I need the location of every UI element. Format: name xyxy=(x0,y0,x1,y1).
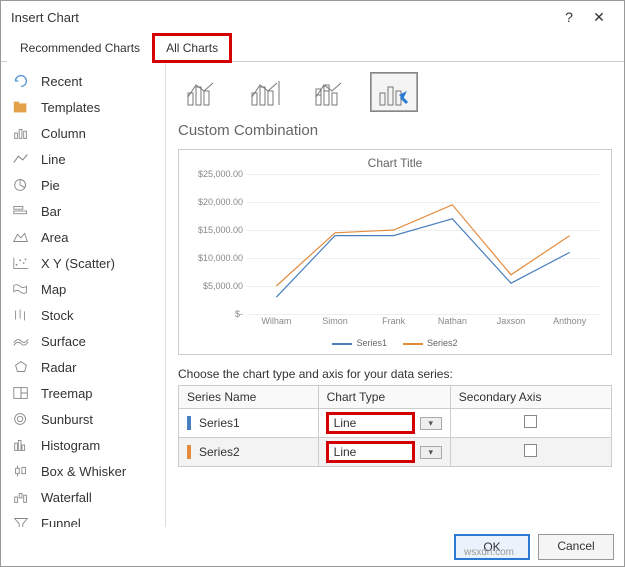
sidebar-item-label: Stock xyxy=(41,308,74,323)
chart-legend: Series1 Series2 xyxy=(187,334,603,350)
column-icon xyxy=(11,125,31,141)
sunburst-icon xyxy=(11,411,31,427)
histogram-icon xyxy=(11,437,31,453)
sidebar-item-label: Pie xyxy=(41,178,60,193)
sidebar-item-label: Recent xyxy=(41,74,82,89)
sidebar-item-area[interactable]: Area xyxy=(1,224,165,250)
x-axis: WilhamSimonFrankNathanJaxsonAnthony xyxy=(247,316,599,334)
combo-subtype-1[interactable] xyxy=(178,72,226,112)
chart-type-sidebar: Recent Templates Column Line Pie Bar Are… xyxy=(1,62,166,527)
dialog-title: Insert Chart xyxy=(11,10,554,25)
sidebar-item-label: Funnel xyxy=(41,516,81,528)
sidebar-item-label: Histogram xyxy=(41,438,100,453)
sidebar-item-templates[interactable]: Templates xyxy=(1,94,165,120)
combo-subtype-row xyxy=(178,72,612,112)
chart-type-select-2[interactable]: Line xyxy=(327,442,414,462)
chart-type-dropdown-2[interactable]: ▾ xyxy=(420,446,442,459)
secondary-axis-checkbox-1[interactable] xyxy=(524,415,537,428)
title-bar: Insert Chart ? ✕ xyxy=(1,1,624,33)
cancel-button[interactable]: Cancel xyxy=(538,534,614,560)
secondary-axis-checkbox-2[interactable] xyxy=(524,444,537,457)
sidebar-item-label: Waterfall xyxy=(41,490,92,505)
combo-subtype-3[interactable] xyxy=(306,72,354,112)
stock-icon xyxy=(11,307,31,323)
sidebar-item-label: Line xyxy=(41,152,66,167)
ok-button[interactable]: OK xyxy=(454,534,530,560)
sidebar-item-label: Sunburst xyxy=(41,412,93,427)
sidebar-item-label: Templates xyxy=(41,100,100,115)
map-icon xyxy=(11,281,31,297)
chart-preview: Chart Title $- $5,000.00 $10,000.00 $15,… xyxy=(178,149,612,355)
content-pane: Custom Combination Chart Title $- $5,000… xyxy=(166,62,624,527)
sidebar-item-stock[interactable]: Stock xyxy=(1,302,165,328)
header-chart-type: Chart Type xyxy=(318,386,450,409)
chart-title: Chart Title xyxy=(187,156,603,170)
sidebar-item-histogram[interactable]: Histogram xyxy=(1,432,165,458)
chart-type-dropdown-1[interactable]: ▾ xyxy=(420,417,442,430)
sidebar-item-label: Bar xyxy=(41,204,61,219)
close-button[interactable]: ✕ xyxy=(584,9,614,26)
section-title: Custom Combination xyxy=(178,122,612,139)
sidebar-item-column[interactable]: Column xyxy=(1,120,165,146)
chart-type-select-1[interactable]: Line xyxy=(327,413,414,433)
y-axis: $- $5,000.00 $10,000.00 $15,000.00 $20,0… xyxy=(187,174,247,314)
sidebar-item-radar[interactable]: Radar xyxy=(1,354,165,380)
sidebar-item-boxwhisker[interactable]: Box & Whisker xyxy=(1,458,165,484)
sidebar-item-waterfall[interactable]: Waterfall xyxy=(1,484,165,510)
sidebar-item-label: Radar xyxy=(41,360,76,375)
sidebar-item-label: Area xyxy=(41,230,68,245)
series-swatch-1 xyxy=(187,416,191,430)
surface-icon xyxy=(11,333,31,349)
bar-icon xyxy=(11,203,31,219)
header-series-name: Series Name xyxy=(179,386,319,409)
combo-subtype-2[interactable] xyxy=(242,72,290,112)
series-name-2: Series2 xyxy=(199,445,240,459)
series-row: Series2 Line ▾ xyxy=(179,438,612,467)
sidebar-item-label: Map xyxy=(41,282,66,297)
boxwhisker-icon xyxy=(11,463,31,479)
sidebar-item-pie[interactable]: Pie xyxy=(1,172,165,198)
tab-all-charts[interactable]: All Charts xyxy=(153,34,231,62)
sidebar-item-map[interactable]: Map xyxy=(1,276,165,302)
sidebar-item-recent[interactable]: Recent xyxy=(1,68,165,94)
series-name-1: Series1 xyxy=(199,416,240,430)
sidebar-item-label: Box & Whisker xyxy=(41,464,126,479)
dialog-buttons: OK Cancel xyxy=(454,534,614,560)
waterfall-icon xyxy=(11,489,31,505)
sidebar-item-label: Column xyxy=(41,126,86,141)
help-button[interactable]: ? xyxy=(554,9,584,25)
sidebar-item-label: Treemap xyxy=(41,386,93,401)
sidebar-item-funnel[interactable]: Funnel xyxy=(1,510,165,527)
series-table: Series Name Chart Type Secondary Axis Se… xyxy=(178,385,612,467)
series-swatch-2 xyxy=(187,445,191,459)
templates-icon xyxy=(11,99,31,115)
series-table-label: Choose the chart type and axis for your … xyxy=(178,367,612,381)
scatter-icon xyxy=(11,255,31,271)
sidebar-item-line[interactable]: Line xyxy=(1,146,165,172)
sidebar-item-scatter[interactable]: X Y (Scatter) xyxy=(1,250,165,276)
radar-icon xyxy=(11,359,31,375)
sidebar-item-bar[interactable]: Bar xyxy=(1,198,165,224)
tab-recommended-charts[interactable]: Recommended Charts xyxy=(7,34,153,62)
sidebar-item-label: X Y (Scatter) xyxy=(41,256,115,271)
treemap-icon xyxy=(11,385,31,401)
line-icon xyxy=(11,151,31,167)
area-icon xyxy=(11,229,31,245)
combo-subtype-custom[interactable] xyxy=(370,72,418,112)
sidebar-item-sunburst[interactable]: Sunburst xyxy=(1,406,165,432)
chart-lines xyxy=(247,174,599,314)
sidebar-item-surface[interactable]: Surface xyxy=(1,328,165,354)
pie-icon xyxy=(11,177,31,193)
sidebar-item-label: Surface xyxy=(41,334,86,349)
header-secondary-axis: Secondary Axis xyxy=(450,386,611,409)
tab-strip: Recommended Charts All Charts xyxy=(1,33,624,62)
sidebar-item-treemap[interactable]: Treemap xyxy=(1,380,165,406)
funnel-icon xyxy=(11,515,31,527)
recent-icon xyxy=(11,73,31,89)
series-row: Series1 Line ▾ xyxy=(179,409,612,438)
